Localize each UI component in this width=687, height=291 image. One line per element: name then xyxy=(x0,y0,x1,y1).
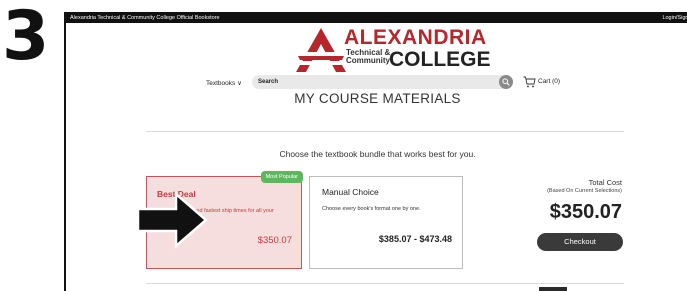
cart-icon xyxy=(523,76,536,88)
manual-choice-price: $385.07 - $473.48 xyxy=(378,234,452,244)
logo-community-text: Community xyxy=(346,56,390,65)
pointer-arrow-icon xyxy=(136,191,208,249)
cart-label: Cart (0) xyxy=(538,78,561,85)
divider xyxy=(146,283,624,284)
logo-a-mark-icon xyxy=(296,28,346,72)
total-cost-subtitle: (Based On Current Selections) xyxy=(547,188,622,194)
divider xyxy=(146,131,624,132)
manual-choice-description: Choose every book's format one by one. xyxy=(322,206,421,212)
search-placeholder: Search xyxy=(258,79,279,85)
search-input[interactable]: Search xyxy=(252,75,508,89)
bundle-instruction: Choose the textbook bundle that works be… xyxy=(279,149,476,159)
logo-word-college: COLLEGE xyxy=(389,48,491,71)
total-amount: $350.07 xyxy=(549,201,622,223)
textbooks-dropdown[interactable]: Textbooks ∨ xyxy=(206,79,242,87)
total-cost-label: Total Cost xyxy=(588,178,622,187)
checkout-button[interactable]: Checkout xyxy=(537,233,623,251)
manual-choice-title: Manual Choice xyxy=(322,187,379,197)
search-button[interactable] xyxy=(499,75,513,89)
browser-viewport: Alexandria Technical & Community College… xyxy=(64,12,687,291)
store-title: Alexandria Technical & Community College… xyxy=(70,15,220,21)
most-popular-badge: Most Popular xyxy=(260,171,303,183)
logo-word-alexandria: ALEXANDRIA xyxy=(344,26,487,49)
login-signup-link[interactable]: Login/Sign Up xyxy=(662,13,687,23)
college-logo[interactable]: ALEXANDRIA Technical & Community COLLEGE xyxy=(296,26,491,72)
best-deal-price: $350.07 xyxy=(257,235,292,246)
manual-choice-option[interactable]: Manual Choice Choose every book's format… xyxy=(309,176,463,269)
page-title: MY COURSE MATERIALS xyxy=(294,91,461,106)
top-bar: Alexandria Technical & Community College… xyxy=(66,13,687,23)
search-icon xyxy=(502,78,510,86)
partial-dark-element xyxy=(539,287,567,291)
step-number: 3 xyxy=(2,0,49,76)
